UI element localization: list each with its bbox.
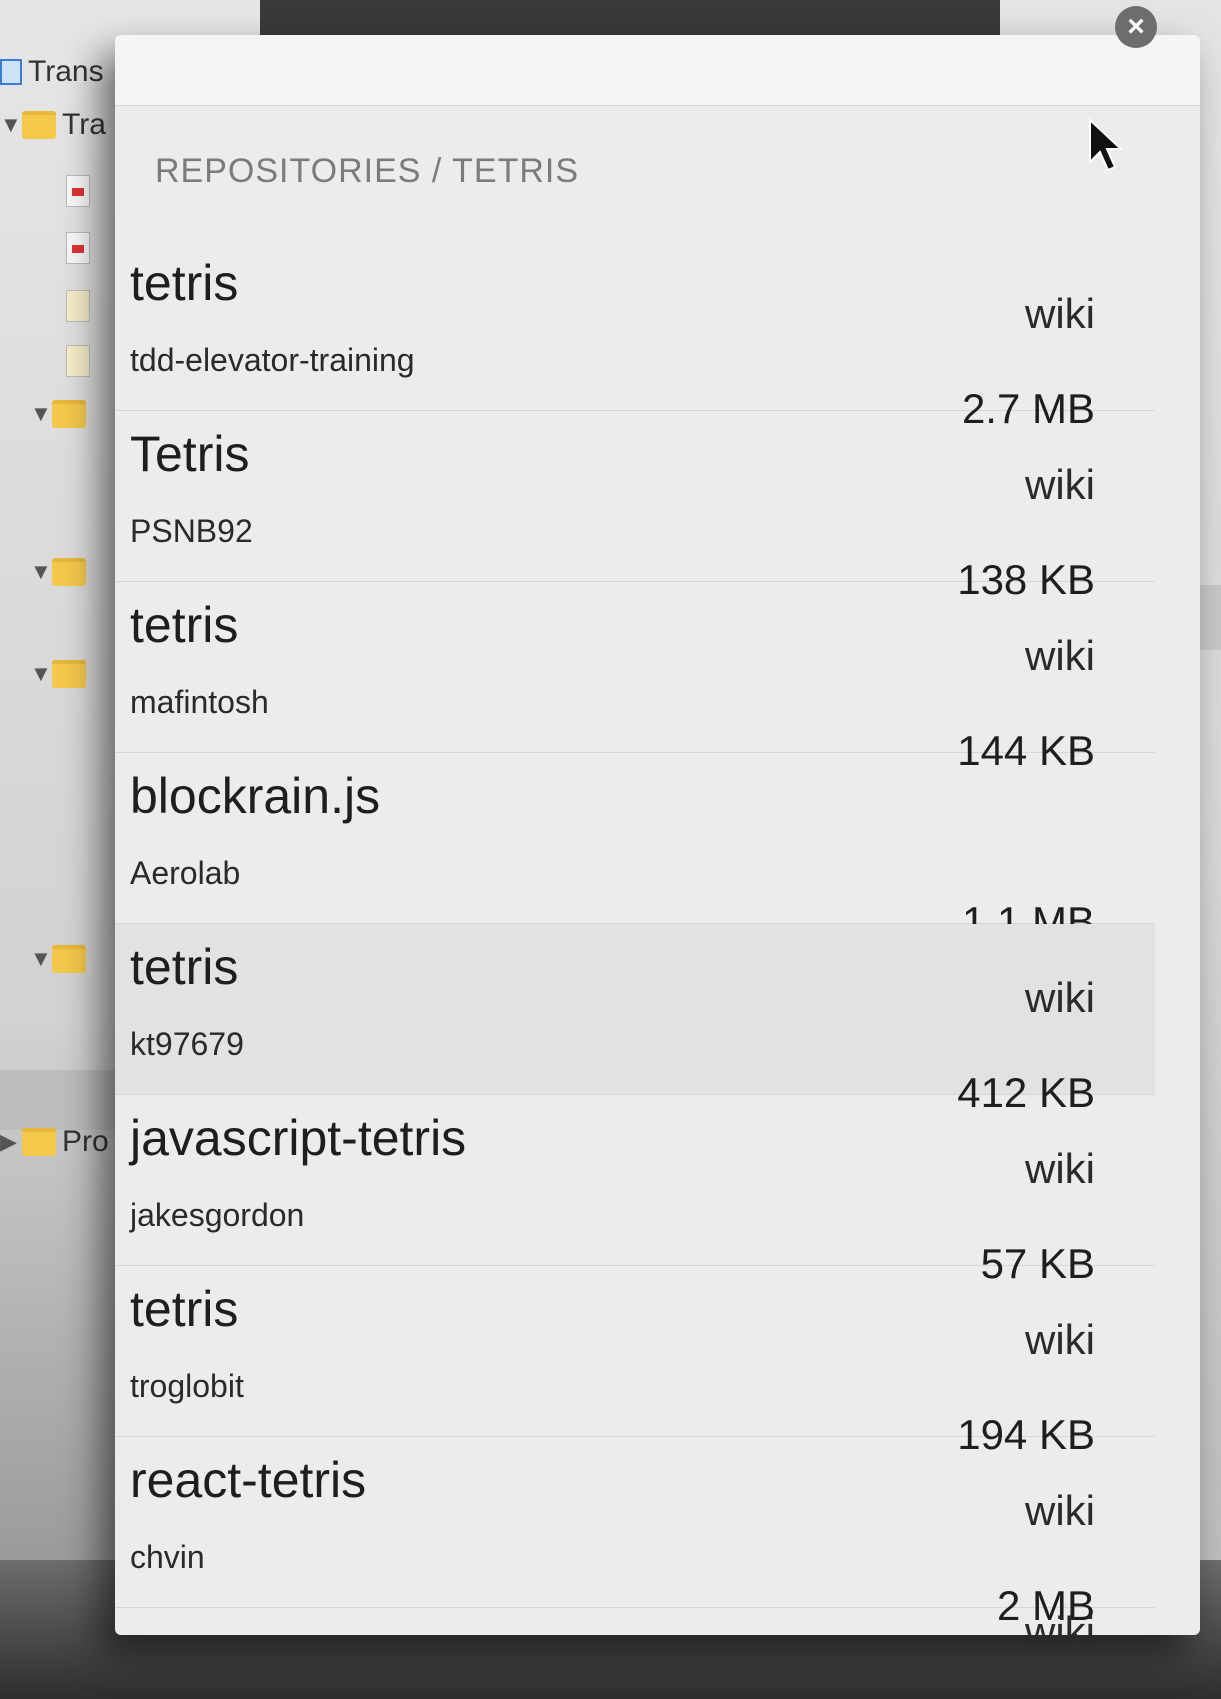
repository-name: tetris [130, 255, 239, 311]
folder-icon [22, 111, 56, 139]
wiki-link[interactable]: wiki [1025, 1145, 1095, 1193]
wiki-link[interactable]: wiki [1025, 1316, 1095, 1364]
folder-icon [22, 1128, 56, 1156]
tree-item-pro[interactable]: ▶ Pro [0, 1125, 109, 1159]
folder-icon [52, 400, 86, 428]
tree-item-tra[interactable]: ▼ Tra [0, 108, 106, 142]
breadcrumb: REPOSITORIES / TETRIS [155, 152, 580, 190]
disclosure-triangle-icon[interactable]: ▶ [0, 1129, 17, 1155]
disclosure-triangle-icon[interactable]: ▼ [30, 559, 52, 585]
pdf-file-icon [66, 175, 90, 207]
text-file-icon [66, 345, 90, 377]
repository-owner: chvin [130, 1539, 205, 1575]
repository-list: tetris tdd-elevator-training wiki 2.7 MB… [115, 240, 1155, 1668]
repository-name: react-tetris [130, 1452, 367, 1508]
repository-owner: Aerolab [130, 855, 241, 891]
repository-owner: jakesgordon [130, 1197, 305, 1233]
repository-name: javascript-tetris [130, 1110, 467, 1166]
repository-name: tetris [130, 597, 239, 653]
wiki-link[interactable]: wiki [1025, 974, 1095, 1022]
repository-row-selected[interactable]: tetris kt97679 wiki 412 KB [115, 924, 1155, 1116]
tree-folder[interactable]: ▼ [30, 400, 86, 428]
repository-row[interactable]: tetris tdd-elevator-training wiki 2.7 MB [115, 240, 1155, 432]
tree-file[interactable] [66, 232, 90, 264]
folder-icon [52, 558, 86, 586]
repository-row[interactable]: tetris mafintosh wiki 144 KB [115, 582, 1155, 774]
document-icon [0, 59, 22, 85]
wiki-link[interactable]: wiki [1025, 632, 1095, 680]
repository-owner: kt97679 [130, 1026, 244, 1062]
wiki-link[interactable]: wiki [1025, 461, 1095, 509]
tree-folder[interactable]: ▼ [30, 945, 86, 973]
wiki-link[interactable]: wiki [1025, 290, 1095, 338]
repository-owner: mafintosh [130, 684, 269, 720]
tree-item-label: Pro [62, 1125, 109, 1158]
tree-folder[interactable]: ▼ [30, 558, 86, 586]
repository-row[interactable]: blockrain.js Aerolab 1.1 MB [115, 753, 1155, 945]
repository-row[interactable]: tetris troglobit wiki 194 KB [115, 1266, 1155, 1458]
folder-icon [52, 945, 86, 973]
repository-row[interactable]: wiki [115, 1608, 1155, 1668]
repository-name: tetris [130, 939, 239, 995]
folder-icon [52, 660, 86, 688]
tree-item-label: Tra [62, 108, 106, 141]
file-tree-divider [0, 1070, 120, 1130]
tree-file[interactable] [66, 175, 90, 207]
tree-item-trans[interactable]: Trans [0, 55, 104, 89]
repository-owner: tdd-elevator-training [130, 342, 415, 378]
text-file-icon [66, 290, 90, 322]
close-icon[interactable]: × [1115, 6, 1157, 48]
tree-item-label: Trans [28, 55, 104, 88]
repository-name: tetris [130, 1281, 239, 1337]
disclosure-triangle-icon[interactable]: ▼ [0, 112, 22, 138]
repository-name: Tetris [130, 426, 250, 482]
repository-name: blockrain.js [130, 768, 381, 824]
tree-file[interactable] [66, 290, 90, 322]
repository-row[interactable]: Tetris PSNB92 wiki 138 KB [115, 411, 1155, 603]
repository-owner: PSNB92 [130, 513, 253, 549]
repository-owner: troglobit [130, 1368, 244, 1404]
repository-row[interactable]: javascript-tetris jakesgordon wiki 57 KB [115, 1095, 1155, 1287]
disclosure-triangle-icon[interactable]: ▼ [30, 401, 52, 427]
wiki-link[interactable]: wiki [1025, 1487, 1095, 1535]
tree-folder[interactable]: ▼ [30, 660, 86, 688]
mouse-cursor-icon [1089, 118, 1124, 172]
repository-row[interactable]: react-tetris chvin wiki 2 MB [115, 1437, 1155, 1629]
search-input[interactable] [115, 35, 1200, 106]
pdf-file-icon [66, 232, 90, 264]
tree-file[interactable] [66, 345, 90, 377]
disclosure-triangle-icon[interactable]: ▼ [30, 946, 52, 972]
wiki-link[interactable]: wiki [1025, 1608, 1095, 1656]
disclosure-triangle-icon[interactable]: ▼ [30, 661, 52, 687]
